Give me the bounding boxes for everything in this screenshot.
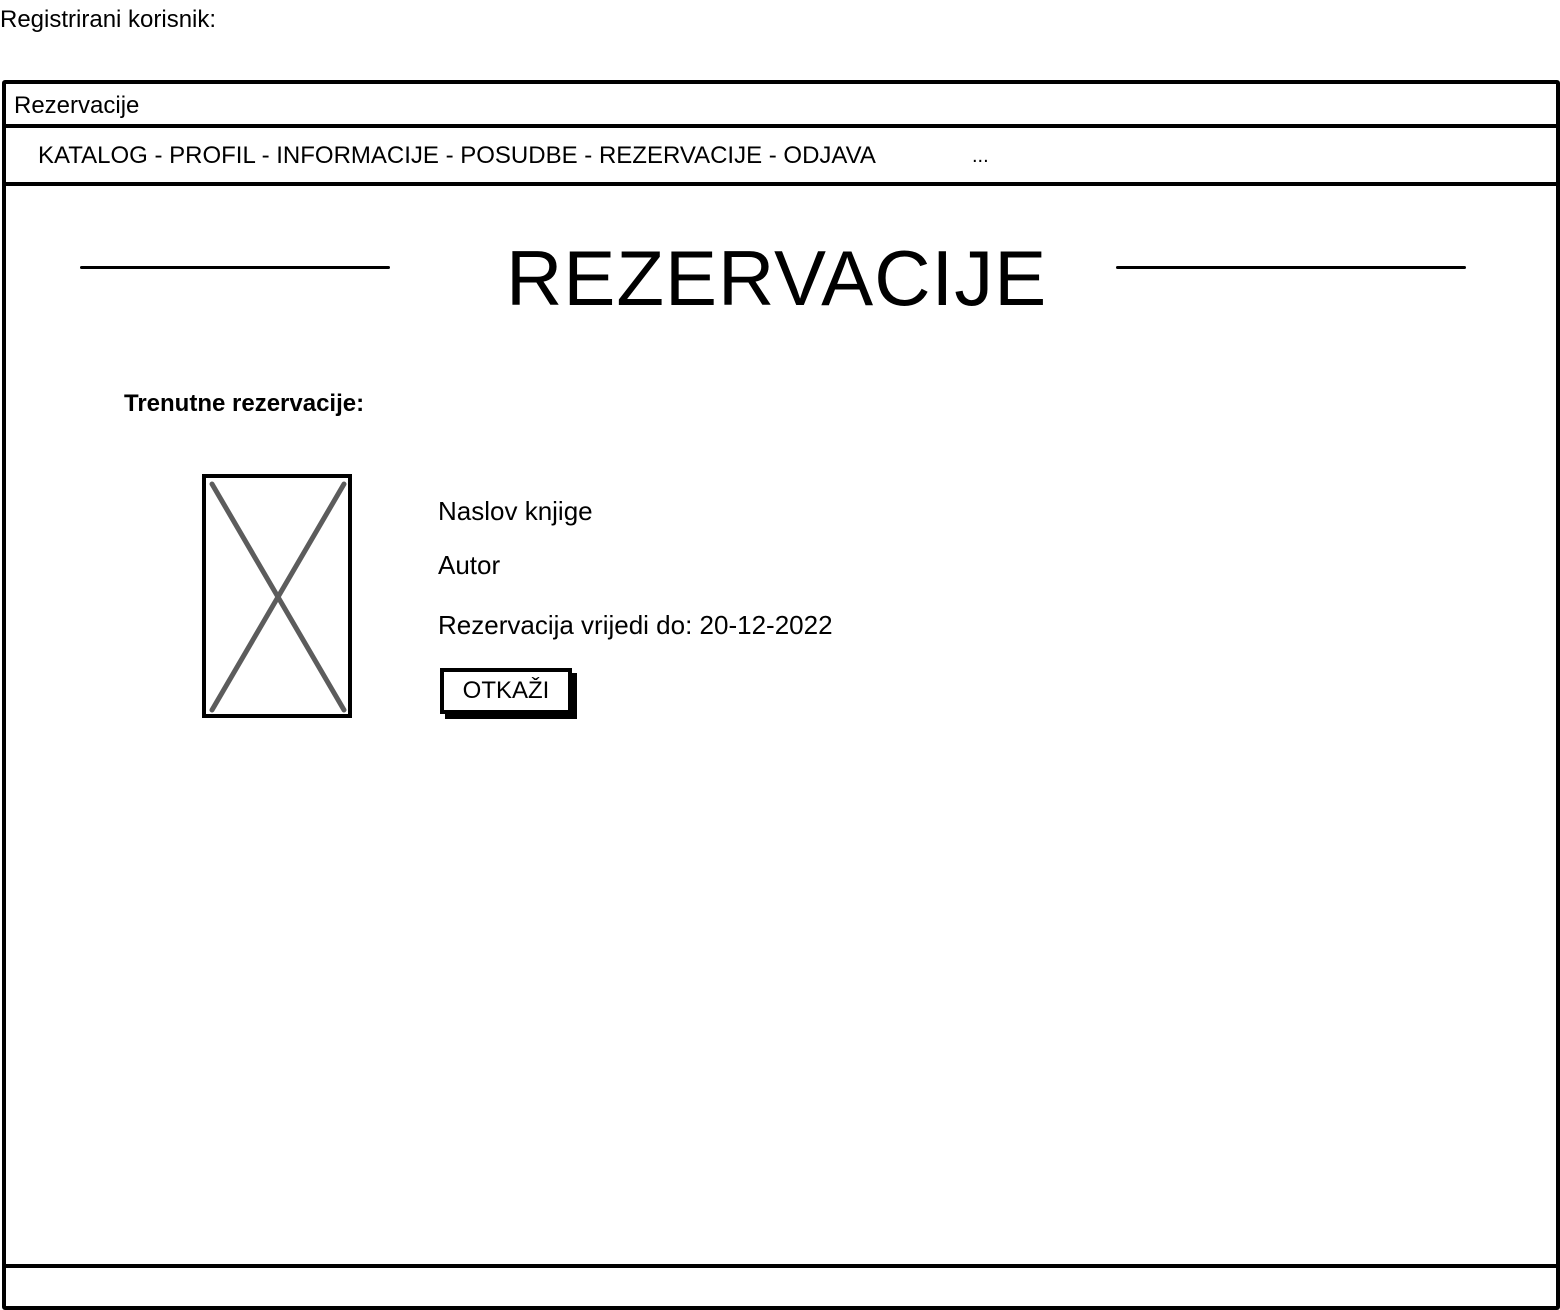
browser-window: Rezervacije KATALOG - PROFIL - INFORMACI… bbox=[2, 80, 1560, 1310]
navigation-bar: KATALOG - PROFIL - INFORMACIJE - POSUDBE… bbox=[6, 128, 1556, 186]
window-title-bar: Rezervacije bbox=[6, 84, 1556, 128]
book-title: Naslov knjige bbox=[438, 496, 593, 526]
page-title: REZERVACIJE bbox=[506, 234, 1048, 322]
current-reservations-label: Trenutne rezervacije: bbox=[124, 390, 365, 417]
heading-divider-right bbox=[1116, 266, 1466, 269]
nav-more[interactable]: ... bbox=[972, 144, 989, 168]
book-cover-placeholder bbox=[202, 474, 352, 718]
window-title: Rezervacije bbox=[14, 92, 140, 119]
reservation-valid-until: Rezervacija vrijedi do: 20-12-2022 bbox=[438, 610, 833, 640]
image-placeholder-icon bbox=[209, 481, 347, 713]
book-author: Autor bbox=[438, 550, 501, 580]
nav-links[interactable]: KATALOG - PROFIL - INFORMACIJE - POSUDBE… bbox=[38, 142, 876, 170]
heading-divider-left bbox=[80, 266, 390, 269]
cancel-reservation-button[interactable]: OTKAŽI bbox=[440, 668, 572, 714]
annotation-caption: Registrirani korisnik: bbox=[0, 6, 217, 33]
footer-bar bbox=[6, 1264, 1556, 1306]
